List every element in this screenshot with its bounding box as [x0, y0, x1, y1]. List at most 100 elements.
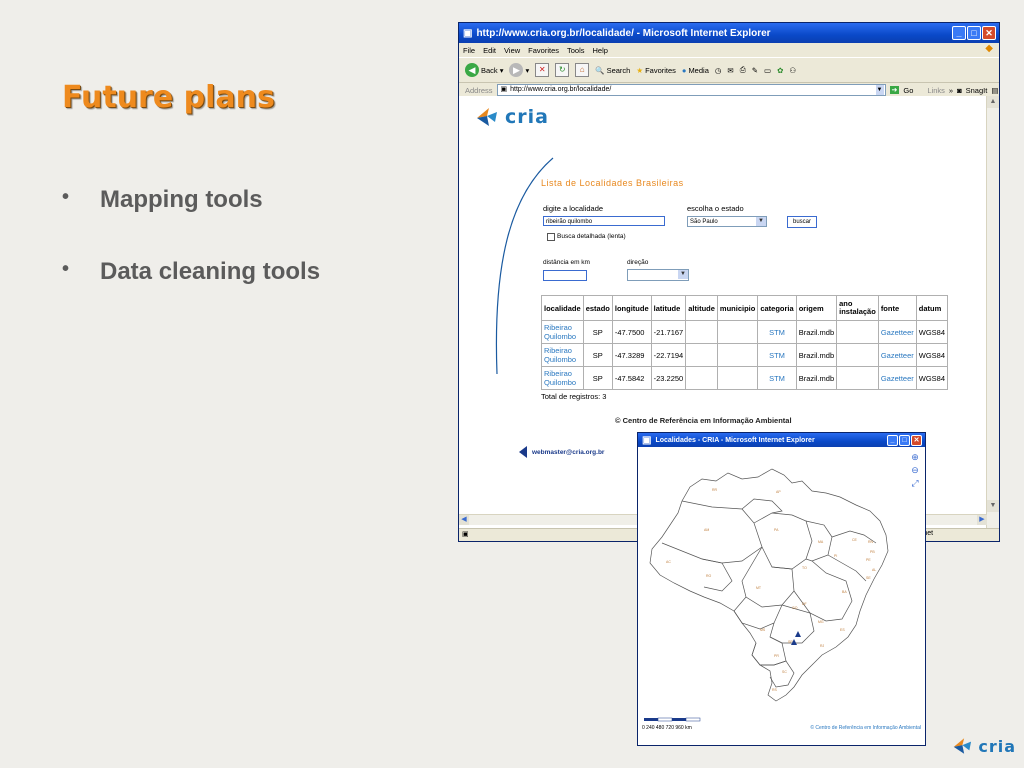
cell-latitude: -21.7167: [650, 320, 687, 344]
scroll-right-icon[interactable]: ▶: [977, 515, 987, 525]
bullet-dot: •: [62, 186, 70, 208]
cell-fonte-link[interactable]: Gazetteer: [877, 320, 917, 344]
menu-favorites[interactable]: Favorites: [528, 46, 559, 55]
media-icon: ●: [681, 65, 687, 75]
menu-edit[interactable]: Edit: [483, 46, 496, 55]
map-window-title: Localidades - CRIA - Microsoft Internet …: [655, 436, 815, 444]
state-label-mt: MT: [756, 586, 762, 590]
scroll-up-icon[interactable]: ▲: [987, 96, 999, 108]
cell-localidade-link[interactable]: Ribeirao Quilombo: [541, 320, 584, 344]
detailed-search-label: Busca detalhada (lenta): [557, 233, 626, 240]
direction-select[interactable]: ▼: [627, 269, 689, 281]
cell-fonte-link[interactable]: Gazetteer: [877, 343, 917, 367]
refresh-icon[interactable]: ↻: [555, 63, 570, 77]
cell-latitude: -23.2250: [650, 366, 687, 390]
locality-marker-icon[interactable]: [795, 631, 801, 637]
webmaster-email[interactable]: webmaster@cria.org.br: [532, 449, 604, 456]
minimize-button[interactable]: _: [887, 434, 898, 446]
edit-icon[interactable]: ✎: [752, 66, 758, 75]
search-button[interactable]: 🔍 Search: [595, 66, 630, 75]
folder-icon[interactable]: ▭: [764, 66, 771, 75]
maximize-button[interactable]: □: [967, 26, 981, 40]
links-chevron-icon[interactable]: »: [949, 86, 953, 95]
cell-estado: SP: [582, 366, 613, 390]
messenger-icon[interactable]: ✿: [777, 66, 783, 75]
go-arrow-icon[interactable]: ➜: [889, 86, 900, 94]
map-titlebar[interactable]: ▣ Localidades - CRIA - Microsoft Interne…: [638, 433, 925, 447]
col-estado: estado: [582, 295, 613, 321]
close-button[interactable]: ✕: [982, 26, 996, 40]
home-icon[interactable]: ⌂: [575, 63, 590, 77]
maximize-button[interactable]: □: [899, 434, 910, 446]
address-input[interactable]: ▣ http://www.cria.org.br/localidade/ ▼: [496, 84, 886, 96]
address-dropdown-icon[interactable]: ▼: [875, 85, 884, 95]
col-longitude: longitude: [611, 295, 652, 321]
cell-fonte-link[interactable]: Gazetteer: [877, 366, 917, 390]
state-label-pa: PA: [774, 528, 779, 532]
cell-origem: Brazil.mdb: [795, 343, 838, 367]
zoom-extent-icon[interactable]: ⤢: [909, 477, 921, 489]
webmaster-link[interactable]: webmaster@cria.org.br: [519, 446, 604, 458]
back-label: Back: [481, 65, 498, 75]
back-button[interactable]: ◀ Back ▾: [465, 63, 503, 77]
distance-input[interactable]: [543, 270, 587, 281]
browser-titlebar[interactable]: ▣ http://www.cria.org.br/localidade/ - M…: [459, 23, 999, 43]
address-label: Address: [465, 85, 493, 95]
cell-localidade-link[interactable]: Ribeirao Quilombo: [541, 366, 584, 390]
favorites-button[interactable]: ★ Favorites: [636, 66, 676, 75]
state-label-ro: RO: [706, 574, 712, 578]
bullet-item: • Mapping tools: [62, 186, 320, 214]
mail-icon[interactable]: ✉: [727, 66, 733, 75]
menu-help[interactable]: Help: [593, 46, 608, 55]
capture-icon[interactable]: ▤: [991, 86, 998, 95]
snagit-icon: ◙: [957, 85, 962, 95]
cell-categoria-link[interactable]: STM: [757, 343, 797, 367]
menu-tools[interactable]: Tools: [567, 46, 585, 55]
people-icon[interactable]: ⚇: [789, 66, 796, 75]
brazil-map[interactable]: RR AP AM PA MA CE RN PB PE AL SE PI AC R…: [642, 451, 906, 721]
scroll-down-icon[interactable]: ▼: [987, 500, 999, 512]
media-button[interactable]: ● Media: [682, 66, 709, 75]
history-icon[interactable]: ◷: [715, 66, 722, 75]
cell-municipio: [716, 320, 759, 344]
map-copyright: © Centro de Referência em Informação Amb…: [810, 725, 921, 731]
locality-input[interactable]: ribeirão quilombo: [543, 216, 665, 226]
state-label-ma: MA: [818, 540, 824, 544]
close-button[interactable]: ✕: [911, 434, 922, 446]
status-page-icon: ▣: [462, 531, 469, 538]
stop-icon[interactable]: ✕: [535, 63, 550, 77]
minimize-button[interactable]: _: [952, 26, 966, 40]
vertical-scrollbar[interactable]: ▲ ▼: [986, 96, 999, 536]
search-label: Search: [606, 65, 631, 75]
cell-localidade-link[interactable]: Ribeirao Quilombo: [541, 343, 584, 367]
locality-label: digite a localidade: [543, 204, 604, 213]
windows-logo-icon: ◆: [985, 43, 993, 54]
cell-categoria-link[interactable]: STM: [757, 366, 797, 390]
cell-categoria-link[interactable]: STM: [757, 320, 797, 344]
print-icon[interactable]: ⎙: [740, 65, 746, 75]
search-submit-button[interactable]: buscar: [787, 216, 817, 228]
state-label-es: ES: [840, 628, 845, 632]
corner-logo-text: cria: [978, 736, 1016, 756]
state-label-am: AM: [704, 528, 709, 532]
go-button[interactable]: Go: [903, 86, 913, 95]
state-label-sc: SC: [782, 670, 787, 674]
state-label-rn: RN: [868, 540, 874, 544]
state-label-sp: SP: [788, 640, 793, 644]
state-select[interactable]: São Paulo ▼: [687, 216, 767, 227]
scroll-left-icon[interactable]: ◀: [459, 515, 469, 525]
zoom-in-icon[interactable]: ⊕: [909, 451, 921, 463]
cria-logo: cria: [475, 106, 549, 128]
col-localidade: localidade: [541, 295, 584, 321]
state-label-pi: PI: [834, 554, 837, 558]
table-row: Ribeirao Quilombo SP -47.5842 -23.2250 S…: [541, 366, 949, 390]
cell-ano: [836, 320, 879, 344]
forward-button[interactable]: ▶ ▾: [509, 63, 529, 77]
slide-title: Future plans: [62, 80, 275, 115]
menu-file[interactable]: File: [463, 46, 475, 55]
zoom-out-icon[interactable]: ⊖: [909, 464, 921, 476]
menu-view[interactable]: View: [504, 46, 520, 55]
snagit-label[interactable]: SnagIt: [966, 86, 988, 95]
detailed-search-checkbox[interactable]: [547, 233, 555, 241]
links-label[interactable]: Links: [927, 86, 945, 95]
